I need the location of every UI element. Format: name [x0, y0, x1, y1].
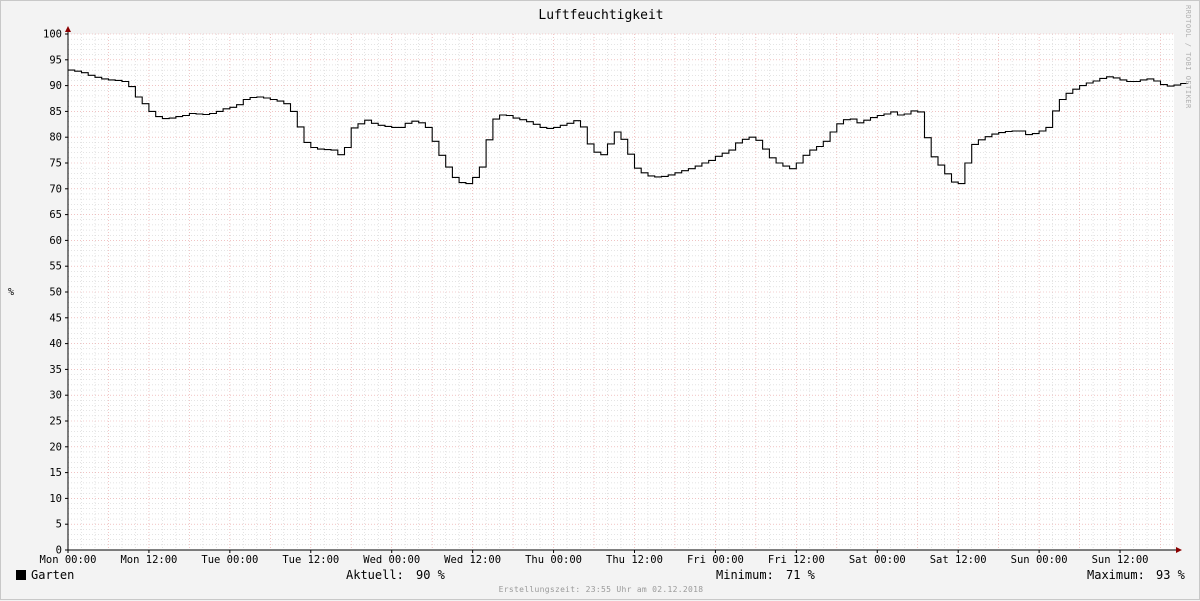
creation-time-footer: Erstellungszeit: 23:55 Uhr am 02.12.2018 — [498, 585, 704, 594]
y-tick-label: 40 — [49, 338, 62, 350]
current-value: 90 % — [416, 568, 445, 582]
x-tick-label: Tue 12:00 — [282, 554, 339, 566]
y-tick-label: 90 — [49, 80, 62, 92]
y-tick-label: 70 — [49, 183, 62, 195]
x-tick-label: Thu 12:00 — [606, 554, 663, 566]
rrdtool-watermark: RRDTOOL / TOBI OETIKER — [1184, 5, 1192, 109]
x-tick-label: Mon 12:00 — [120, 554, 177, 566]
x-tick-label: Sun 00:00 — [1011, 554, 1068, 566]
y-tick-label: 25 — [49, 416, 62, 428]
y-tick-label: 95 — [49, 54, 62, 66]
humidity-chart: 0510152025303540455055606570758085909510… — [8, 8, 1188, 566]
y-axis-label: % — [8, 287, 14, 298]
legend-swatch — [16, 570, 26, 580]
y-tick-label: 65 — [49, 209, 62, 221]
y-tick-label: 55 — [49, 261, 62, 273]
x-tick-label: Sat 12:00 — [930, 554, 987, 566]
x-tick-label: Fri 00:00 — [687, 554, 744, 566]
y-tick-label: 100 — [43, 29, 62, 41]
x-axis-arrow — [1176, 547, 1182, 553]
maximum-value: 93 % — [1156, 568, 1185, 582]
x-tick-label: Mon 00:00 — [40, 554, 97, 566]
x-tick-label: Wed 00:00 — [363, 554, 420, 566]
y-tick-label: 5 — [56, 519, 62, 531]
y-tick-label: 30 — [49, 390, 62, 402]
chart-frame: 0 5 10 15 20 25 30 35 40 45 50 55 60 65 70 75 80 85 90 95 10… — [0, 0, 1200, 600]
legend-series-name: Garten — [31, 568, 75, 582]
current-label: Aktuell: — [346, 568, 404, 582]
x-tick-label: Tue 00:00 — [201, 554, 258, 566]
y-axis-arrow — [65, 26, 71, 32]
y-tick-label: 80 — [49, 132, 62, 144]
y-tick-label: 60 — [49, 235, 62, 247]
x-tick-label: Wed 12:00 — [444, 554, 501, 566]
y-tick-label: 85 — [49, 106, 62, 118]
x-tick-label: Fri 12:00 — [768, 554, 825, 566]
minimum-label: Minimum: — [716, 568, 774, 582]
x-tick-label: Thu 00:00 — [525, 554, 582, 566]
chart-title: Luftfeuchtigkeit — [538, 8, 663, 23]
x-tick-label: Sat 00:00 — [849, 554, 906, 566]
y-tick-label: 20 — [49, 441, 62, 453]
y-tick-label: 45 — [49, 312, 62, 324]
x-tick-label: Sun 12:00 — [1092, 554, 1149, 566]
y-tick-label: 35 — [49, 364, 62, 376]
y-tick-label: 15 — [49, 467, 62, 479]
y-tick-label: 50 — [49, 287, 62, 299]
y-tick-label: 75 — [49, 158, 62, 170]
maximum-label: Maximum: — [1087, 568, 1145, 582]
minimum-value: 71 % — [786, 568, 815, 582]
legend-row: Garten Aktuell: 90 % Minimum: 71 % Maxim… — [1, 567, 1200, 585]
y-tick-label: 10 — [49, 493, 62, 505]
